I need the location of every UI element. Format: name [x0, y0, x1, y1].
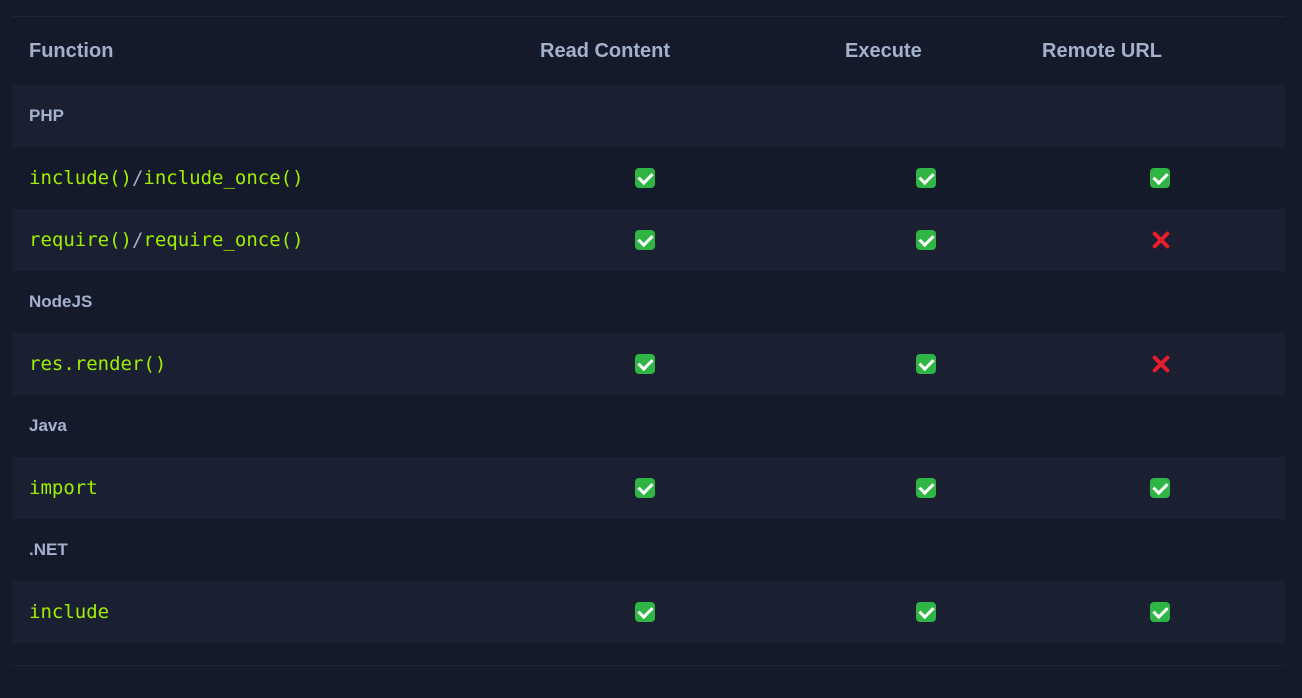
group-label: NodeJS — [12, 271, 1285, 333]
check-mark-icon — [916, 168, 936, 188]
function-comparison-table: Function Read Content Execute Remote URL… — [12, 17, 1285, 643]
group-row-nodejs: NodeJS — [12, 271, 1285, 333]
header-execute: Execute — [727, 17, 977, 85]
check-mark-icon — [635, 230, 655, 250]
check-mark-icon — [1150, 478, 1170, 498]
check-mark-icon — [916, 354, 936, 374]
function-name-cell: include()/include_once() — [12, 147, 487, 209]
execute-cell — [727, 147, 977, 209]
table-row: include()/include_once() — [12, 147, 1285, 209]
table-row: res.render() — [12, 333, 1285, 395]
group-label: PHP — [12, 85, 1285, 147]
group-row-dotnet: .NET — [12, 519, 1285, 581]
header-read-content: Read Content — [487, 17, 727, 85]
read-content-cell — [487, 333, 727, 395]
execute-cell — [727, 581, 977, 643]
function-code: include — [29, 601, 110, 623]
check-mark-icon — [916, 478, 936, 498]
function-code: res.render() — [29, 353, 167, 375]
table-header-row: Function Read Content Execute Remote URL — [12, 17, 1285, 85]
read-content-cell — [487, 147, 727, 209]
execute-cell — [727, 209, 977, 271]
remote-url-cell — [977, 147, 1285, 209]
table-row: include — [12, 581, 1285, 643]
comparison-table-container: Function Read Content Execute Remote URL… — [12, 16, 1285, 666]
remote-url-cell — [977, 209, 1285, 271]
remote-url-cell — [977, 581, 1285, 643]
check-mark-icon — [1150, 168, 1170, 188]
table-row: require()/require_once() — [12, 209, 1285, 271]
function-name-cell: import — [12, 457, 487, 519]
function-code: import — [29, 477, 98, 499]
check-mark-icon — [1150, 602, 1170, 622]
check-mark-icon — [916, 230, 936, 250]
function-code: include() — [29, 167, 132, 189]
function-code: require_once() — [143, 229, 304, 251]
group-label: Java — [12, 395, 1285, 457]
function-name-cell: require()/require_once() — [12, 209, 487, 271]
function-name-cell: res.render() — [12, 333, 487, 395]
check-mark-icon — [635, 478, 655, 498]
table-bottom-divider — [12, 665, 1285, 666]
function-code: require() — [29, 229, 132, 251]
group-label: .NET — [12, 519, 1285, 581]
function-code: include_once() — [143, 167, 304, 189]
cross-mark-icon — [1150, 353, 1172, 375]
function-separator: / — [131, 229, 144, 251]
check-mark-icon — [635, 354, 655, 374]
function-separator: / — [131, 167, 144, 189]
execute-cell — [727, 333, 977, 395]
header-function: Function — [12, 17, 487, 85]
check-mark-icon — [635, 168, 655, 188]
execute-cell — [727, 457, 977, 519]
group-row-java: Java — [12, 395, 1285, 457]
header-remote-url: Remote URL — [977, 17, 1285, 85]
remote-url-cell — [977, 457, 1285, 519]
read-content-cell — [487, 457, 727, 519]
read-content-cell — [487, 209, 727, 271]
cross-mark-icon — [1150, 229, 1172, 251]
function-name-cell: include — [12, 581, 487, 643]
check-mark-icon — [916, 602, 936, 622]
table-row: import — [12, 457, 1285, 519]
check-mark-icon — [635, 602, 655, 622]
group-row-php: PHP — [12, 85, 1285, 147]
read-content-cell — [487, 581, 727, 643]
remote-url-cell — [977, 333, 1285, 395]
